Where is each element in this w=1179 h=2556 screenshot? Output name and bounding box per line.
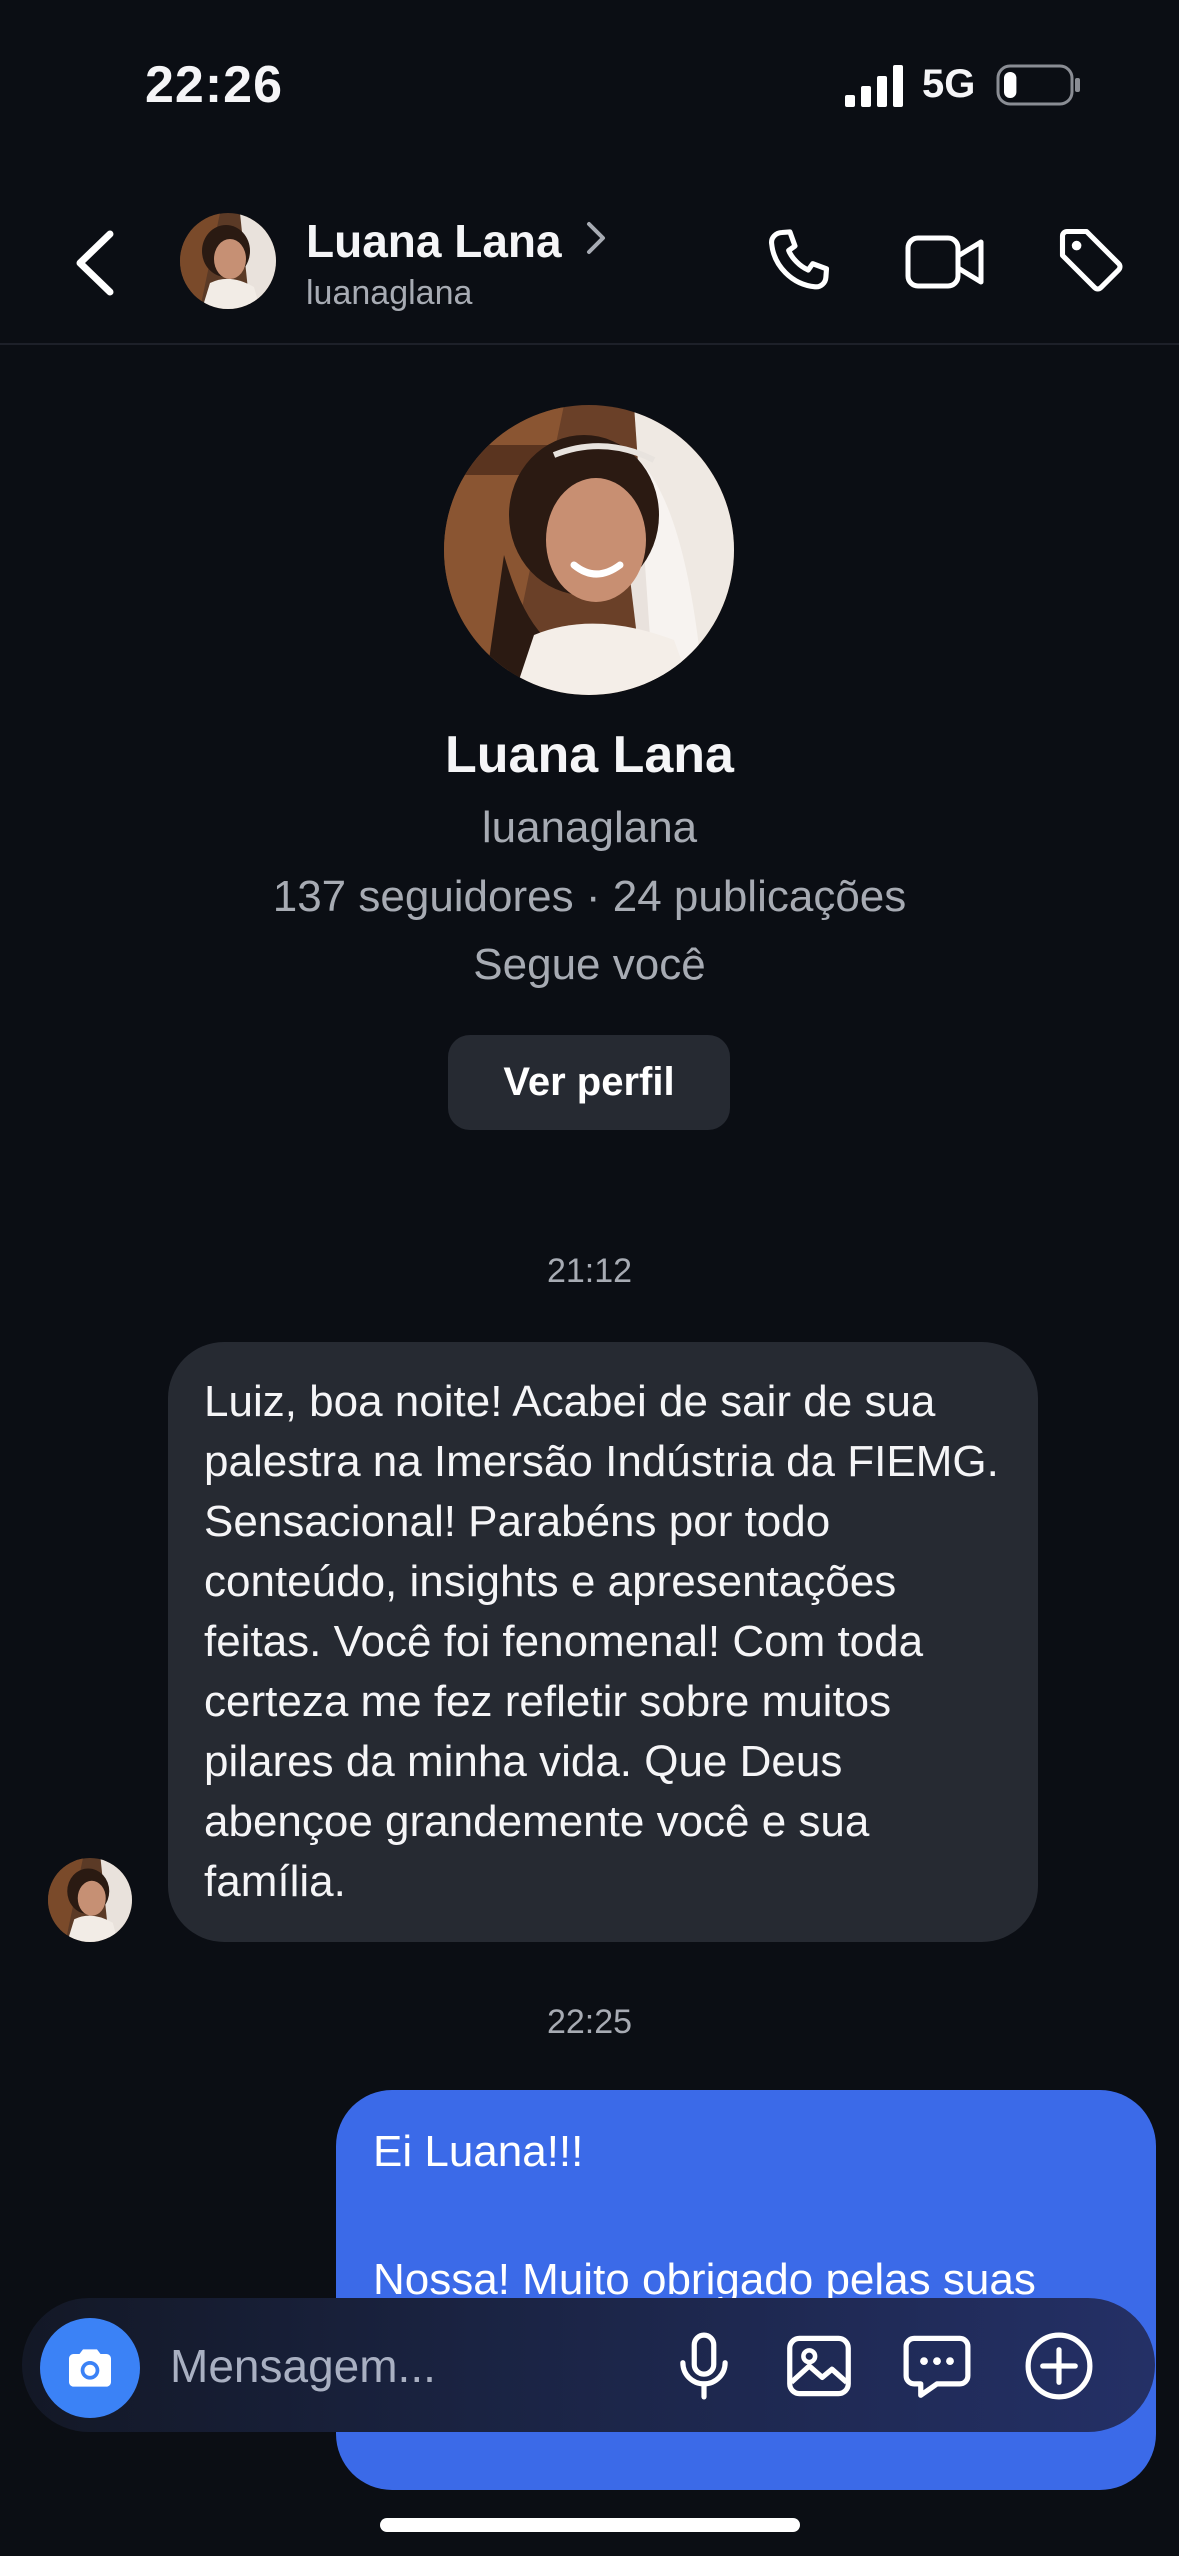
outgoing-message-line: Ei Luana!!!	[373, 2127, 584, 2176]
sticker-icon[interactable]	[898, 2327, 976, 2405]
message-timestamp: 21:12	[546, 1252, 633, 1290]
message-input[interactable]	[168, 2330, 642, 2402]
profile-username: luanaglana	[481, 803, 698, 852]
tag-icon[interactable]	[1055, 224, 1127, 296]
incoming-message-text: Luiz, boa noite! Acabei de sair de sua p…	[204, 1377, 999, 1906]
microphone-icon[interactable]	[665, 2327, 743, 2405]
sender-avatar[interactable]	[48, 1858, 132, 1942]
chevron-right-icon	[587, 222, 605, 254]
profile-stats: 137 seguidores · 24 publicações	[272, 872, 907, 921]
contact-username[interactable]: luanaglana	[306, 274, 472, 313]
network-type: 5G	[922, 62, 976, 106]
battery-icon	[996, 64, 1080, 106]
avatar[interactable]	[180, 213, 276, 309]
home-indicator[interactable]	[380, 2518, 800, 2532]
view-profile-button[interactable]: Ver perfil	[448, 1035, 730, 1130]
gallery-icon[interactable]	[780, 2327, 858, 2405]
back-arrow-icon[interactable]	[70, 228, 120, 298]
incoming-message-bubble[interactable]: Luiz, boa noite! Acabei de sair de sua p…	[168, 1342, 1038, 1942]
follows-you-label: Segue você	[473, 940, 706, 989]
phone-icon[interactable]	[762, 225, 834, 297]
camera-button[interactable]	[40, 2318, 140, 2418]
contact-name[interactable]: Luana Lana	[306, 214, 562, 268]
plus-icon[interactable]	[1020, 2327, 1098, 2405]
camera-icon	[69, 2349, 111, 2387]
message-timestamp: 22:25	[546, 2003, 633, 2041]
profile-name: Luana Lana	[445, 726, 734, 784]
header-divider	[0, 343, 1179, 345]
video-camera-icon[interactable]	[905, 232, 985, 292]
signal-icon	[845, 65, 903, 107]
profile-avatar[interactable]	[444, 405, 734, 695]
status-time: 22:26	[145, 56, 283, 114]
